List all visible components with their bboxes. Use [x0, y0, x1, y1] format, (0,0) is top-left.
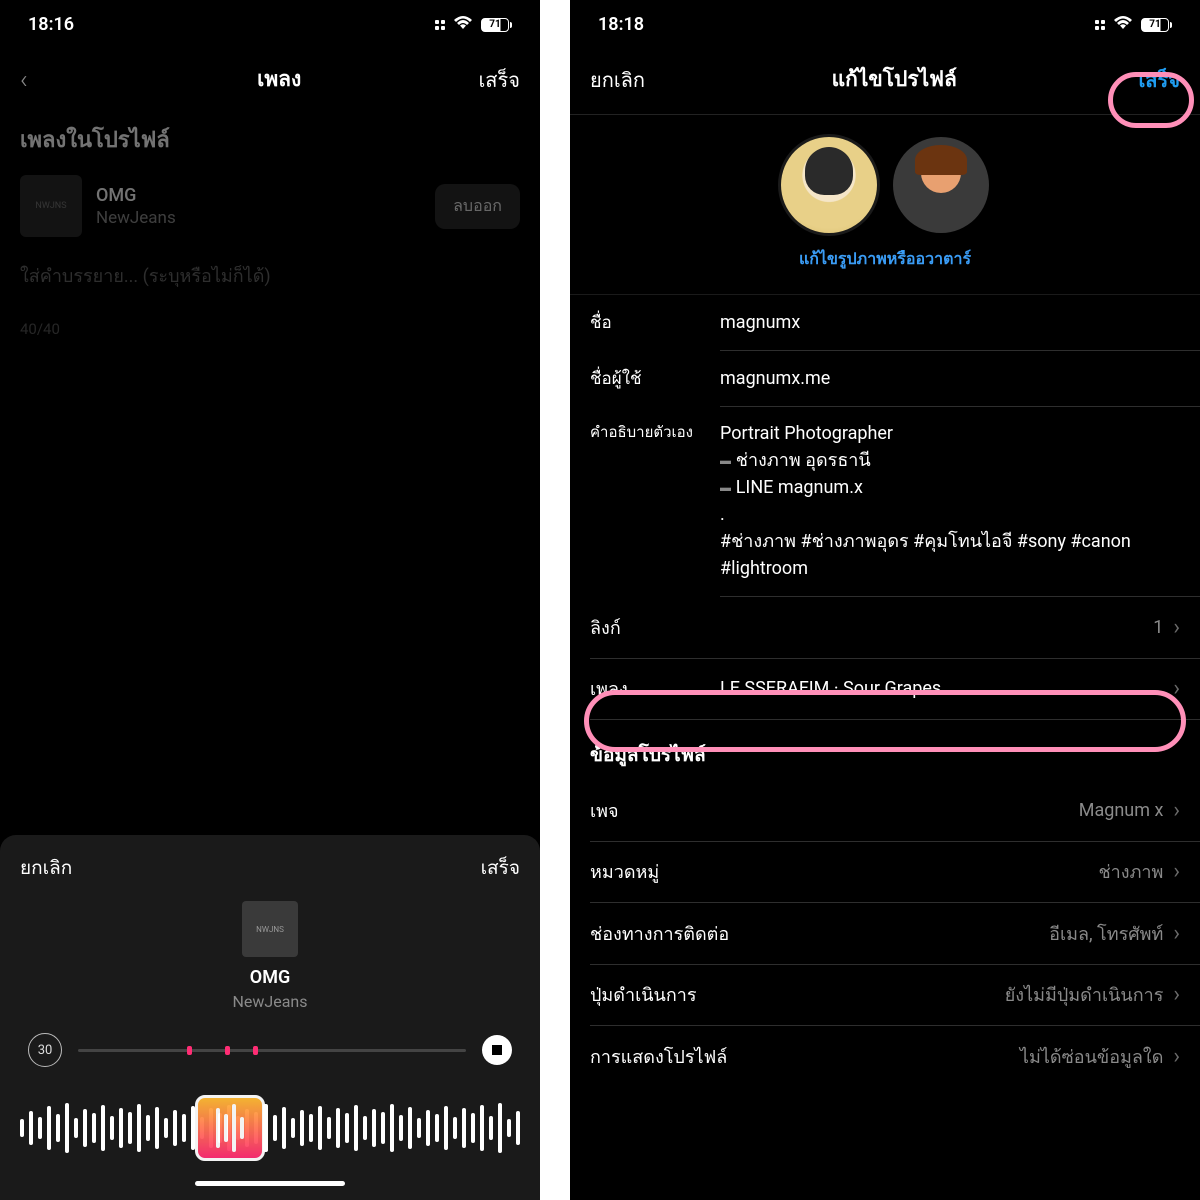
contact-value: อีเมล, โทรศัพท์ [877, 919, 1174, 948]
display-value: ไม่ได้ซ่อนข้อมูลใด [877, 1042, 1174, 1071]
done-button[interactable]: เสร็จ [478, 64, 520, 96]
profile-photo[interactable] [781, 137, 877, 233]
avatar-image[interactable] [893, 137, 989, 233]
username-value[interactable]: magnumx.me [720, 365, 1180, 392]
back-button[interactable]: ‹ [20, 65, 80, 95]
status-time: 18:18 [598, 14, 644, 35]
profile-info-header: ข้อมูลโปรไฟล์ [570, 720, 1200, 780]
chevron-right-icon: › [1173, 615, 1180, 640]
page-label: เพจ [590, 796, 877, 825]
music-row[interactable]: เพลง LE SSERAFIM · Sour Grapes › [570, 658, 1200, 719]
name-row[interactable]: ชื่อ magnumx [570, 295, 1200, 350]
nav-bar: ‹ เพลง เสร็จ [0, 43, 540, 114]
links-count: 1 [1153, 617, 1163, 638]
cancel-button[interactable]: ยกเลิก [590, 64, 650, 96]
page-value: Magnum x [877, 800, 1174, 821]
scrub-row: 30 [20, 1033, 520, 1067]
nav-title: แก้ไขโปรไฟล์ [832, 63, 957, 96]
music-value: LE SSERAFIM · Sour Grapes [720, 678, 1173, 699]
music-editor-sheet: ยกเลิก เสร็จ NWJNS OMG NewJeans 30 [0, 835, 540, 1200]
contact-row[interactable]: ช่องทางการติดต่อ อีเมล, โทรศัพท์ › [570, 903, 1200, 964]
sheet-done-button[interactable]: เสร็จ [481, 853, 520, 883]
music-label: เพลง [590, 674, 720, 703]
song-artist: NewJeans [96, 208, 421, 228]
caption-input[interactable]: ใส่คำบรรยาย... (ระบุหรือไม่ก็ได้) [20, 261, 520, 290]
nav-title: เพลง [257, 63, 301, 96]
category-value: ช่างภาพ [877, 857, 1174, 886]
chevron-right-icon: › [1173, 859, 1180, 884]
section-title: เพลงในโปรไฟล์ [20, 122, 520, 157]
cellular-icon [1095, 20, 1105, 30]
char-count: 40/40 [20, 320, 520, 338]
song-title: OMG [96, 185, 421, 206]
bio-label: คำอธิบายตัวเอง [590, 420, 720, 444]
category-row[interactable]: หมวดหมู่ ช่างภาพ › [570, 841, 1200, 902]
display-label: การแสดงโปรไฟล์ [590, 1042, 877, 1071]
right-screenshot: 18:18 71 ยกเลิก แก้ไขโปรไฟล์ เสร็จ แก้ไข… [570, 0, 1200, 1200]
action-value: ยังไม่มีปุ่มดำเนินการ [877, 980, 1174, 1009]
battery-icon: 71 [481, 18, 512, 32]
links-label: ลิงก์ [590, 613, 720, 642]
stop-button[interactable] [482, 1035, 512, 1065]
battery-icon: 71 [1141, 18, 1172, 32]
home-indicator[interactable] [195, 1181, 345, 1186]
username-row[interactable]: ชื่อผู้ใช้ magnumx.me [570, 351, 1200, 406]
done-button[interactable]: เสร็จ [1138, 64, 1180, 96]
cellular-icon [435, 20, 445, 30]
chevron-right-icon: › [1173, 798, 1180, 823]
edit-picture-link[interactable]: แก้ไขรูปภาพหรืออวาตาร์ [570, 247, 1200, 294]
bio-value[interactable]: Portrait Photographer ช่างภาพ อุดรธานี L… [720, 420, 1180, 582]
dimmed-content: เพลงในโปรไฟล์ NWJNS OMG NewJeans ลบออก ใ… [0, 122, 540, 338]
sheet-song-title: OMG [20, 967, 520, 988]
left-screenshot: 18:16 71 ‹ เพลง เสร็จ เพลงในโปรไฟล์ NWJN… [0, 0, 540, 1200]
scrub-track[interactable] [78, 1049, 466, 1052]
chevron-right-icon: › [1173, 921, 1180, 946]
waveform-selection-handle[interactable] [195, 1095, 265, 1161]
name-label: ชื่อ [590, 309, 720, 336]
song-artwork: NWJNS [20, 175, 82, 237]
wifi-icon [453, 14, 473, 35]
status-bar: 18:16 71 [0, 0, 540, 43]
name-value[interactable]: magnumx [720, 309, 1180, 336]
action-label: ปุ่มดำเนินการ [590, 980, 877, 1009]
sheet-artwork: NWJNS [242, 901, 298, 957]
action-button-row[interactable]: ปุ่มดำเนินการ ยังไม่มีปุ่มดำเนินการ › [570, 964, 1200, 1025]
chevron-right-icon: › [1173, 676, 1180, 701]
profile-song-row: NWJNS OMG NewJeans ลบออก [20, 175, 520, 237]
sheet-cancel-button[interactable]: ยกเลิก [20, 853, 72, 883]
chevron-right-icon: › [1173, 982, 1180, 1007]
status-time: 18:16 [28, 14, 74, 35]
username-label: ชื่อผู้ใช้ [590, 365, 720, 392]
bio-row[interactable]: คำอธิบายตัวเอง Portrait Photographer ช่า… [570, 406, 1200, 596]
chevron-right-icon: › [1173, 1044, 1180, 1069]
remove-button[interactable]: ลบออก [435, 184, 520, 229]
nav-bar: ยกเลิก แก้ไขโปรไฟล์ เสร็จ [570, 43, 1200, 114]
links-row[interactable]: ลิงก์ 1 › [570, 597, 1200, 658]
wifi-icon [1113, 14, 1133, 35]
status-bar: 18:18 71 [570, 0, 1200, 43]
sheet-song-artist: NewJeans [20, 992, 520, 1011]
waveform-scrubber[interactable] [20, 1093, 520, 1163]
duration-badge[interactable]: 30 [28, 1033, 62, 1067]
category-label: หมวดหมู่ [590, 857, 877, 886]
contact-label: ช่องทางการติดต่อ [590, 919, 877, 948]
page-row[interactable]: เพจ Magnum x › [570, 780, 1200, 841]
profile-display-row[interactable]: การแสดงโปรไฟล์ ไม่ได้ซ่อนข้อมูลใด › [570, 1026, 1200, 1087]
avatars-row [570, 115, 1200, 247]
